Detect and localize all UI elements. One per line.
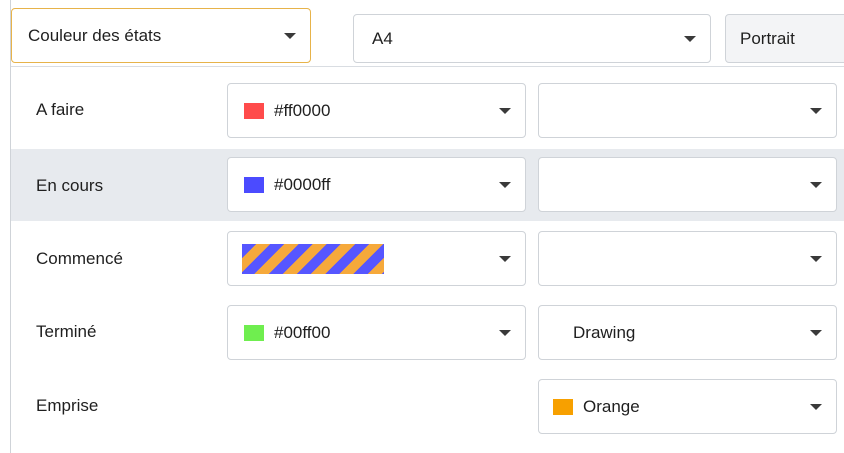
color-swatch <box>244 324 264 341</box>
color-value: #0000ff <box>274 174 331 194</box>
orientation-button[interactable]: Portrait <box>725 14 844 63</box>
color-select-commence[interactable] <box>227 231 526 286</box>
color-select-en-cours[interactable]: #0000ff <box>227 157 526 212</box>
secondary-select-commence[interactable] <box>538 231 837 286</box>
chevron-down-icon <box>684 35 696 42</box>
chevron-down-icon <box>499 107 511 114</box>
toolbar-divider <box>11 66 844 67</box>
row-label-termine: Terminé <box>36 322 97 341</box>
color-settings-panel: Couleur des états A4 Portrait A faire #f… <box>10 0 844 453</box>
color-swatch <box>244 176 264 193</box>
mode-select[interactable]: Couleur des états <box>11 8 311 63</box>
secondary-select-termine[interactable]: Drawing <box>538 305 837 360</box>
chevron-down-icon <box>810 107 822 114</box>
secondary-value: Drawing <box>573 322 636 342</box>
chevron-down-icon <box>499 181 511 188</box>
striped-pattern-swatch <box>242 243 384 274</box>
paper-size-value: A4 <box>372 28 393 48</box>
secondary-select-a-faire[interactable] <box>538 83 837 138</box>
secondary-value: Orange <box>583 396 640 416</box>
chevron-down-icon <box>810 255 822 262</box>
chevron-down-icon <box>810 403 822 410</box>
mode-select-value: Couleur des états <box>28 25 162 45</box>
chevron-down-icon <box>810 181 822 188</box>
color-swatch <box>244 102 264 119</box>
chevron-down-icon <box>499 255 511 262</box>
row-label-commence: Commencé <box>36 249 123 268</box>
color-value: #ff0000 <box>274 100 331 120</box>
chevron-down-icon <box>810 329 822 336</box>
row-label-a-faire: A faire <box>36 100 85 119</box>
chevron-down-icon <box>284 32 296 39</box>
color-swatch <box>553 398 573 415</box>
chevron-down-icon <box>499 329 511 336</box>
color-select-a-faire[interactable]: #ff0000 <box>227 83 526 138</box>
color-select-termine[interactable]: #00ff00 <box>227 305 526 360</box>
secondary-select-emprise[interactable]: Orange <box>538 379 837 434</box>
row-label-emprise: Emprise <box>36 396 99 415</box>
paper-size-select[interactable]: A4 <box>353 14 711 63</box>
secondary-select-en-cours[interactable] <box>538 157 837 212</box>
row-label-en-cours: En cours <box>36 176 104 195</box>
color-value: #00ff00 <box>274 322 331 342</box>
